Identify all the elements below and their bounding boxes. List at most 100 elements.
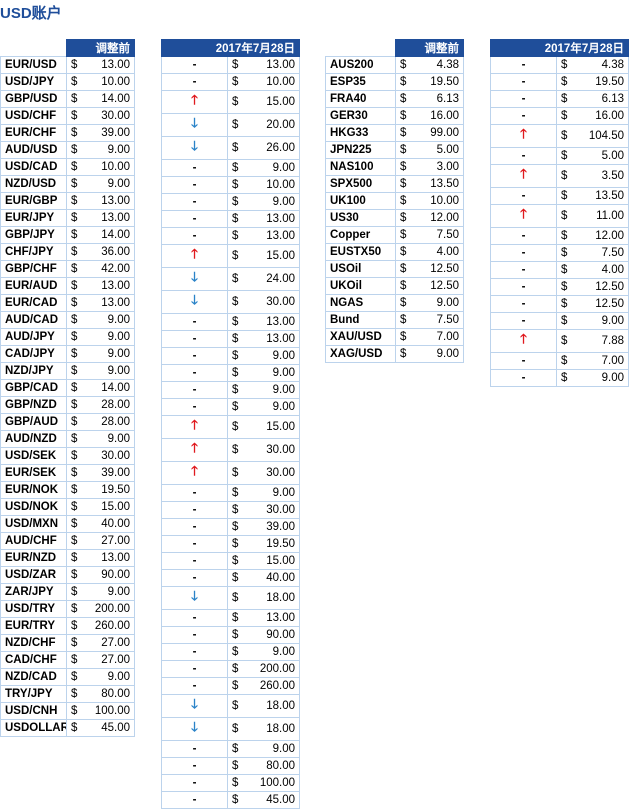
amount-before-cell: 36.00 xyxy=(80,243,135,261)
amount-before-cell: 9.00 xyxy=(80,583,135,601)
currency-sign: $ xyxy=(227,193,242,211)
change-cell: - xyxy=(490,261,557,279)
amount-before-cell: 13.00 xyxy=(80,209,135,227)
change-cell: - xyxy=(161,740,228,758)
table-row: - $9.00 xyxy=(161,484,301,502)
currency-sign: $ xyxy=(66,107,81,125)
table-row: - $39.00 xyxy=(161,518,301,536)
amount-before-cell: 28.00 xyxy=(80,396,135,414)
currency-sign: $ xyxy=(556,164,571,188)
amount-after-cell: 13.00 xyxy=(241,210,301,228)
table-row: GBP/USD $14.00 xyxy=(0,90,135,108)
currency-sign: $ xyxy=(66,583,81,601)
table-row: AUS200 $4.38 xyxy=(325,56,464,74)
amount-after-cell: 6.13 xyxy=(570,90,630,108)
currency-sign: $ xyxy=(66,311,81,329)
dash-icon: - xyxy=(192,612,197,624)
table-row: 🡓 $18.00 xyxy=(161,717,301,741)
symbol-cell: EUR/TRY xyxy=(0,617,67,635)
arrow-down-icon: 🡓 xyxy=(191,292,198,307)
amount-after-cell: 9.00 xyxy=(241,398,301,416)
table-row: USD/ZAR $90.00 xyxy=(0,566,135,584)
table-row: - $200.00 xyxy=(161,660,301,678)
symbol-cell: ZAR/JPY xyxy=(0,583,67,601)
table-row: CAD/JPY $9.00 xyxy=(0,345,135,363)
symbol-cell: EUSTX50 xyxy=(325,243,396,261)
table-row: - $7.50 xyxy=(490,244,630,262)
table-row: FRA40 $6.13 xyxy=(325,90,464,108)
symbol-cell: NZD/USD xyxy=(0,175,67,193)
table-row: - $9.00 xyxy=(161,347,301,365)
currency-sign: $ xyxy=(227,740,242,758)
currency-sign: $ xyxy=(66,702,81,720)
table-row: 🡑 $15.00 xyxy=(161,244,301,268)
currency-sign: $ xyxy=(66,600,81,618)
table-row: - $9.00 xyxy=(490,369,630,387)
currency-sign: $ xyxy=(66,328,81,346)
table-row: US30 $12.00 xyxy=(325,209,464,227)
amount-after-cell: 13.00 xyxy=(241,56,301,74)
currency-sign: $ xyxy=(556,278,571,296)
table-row: - $13.50 xyxy=(490,187,630,205)
symbol-cell: NAS100 xyxy=(325,158,396,176)
change-cell: 🡓 xyxy=(161,290,228,314)
symbol-cell: GBP/JPY xyxy=(0,226,67,244)
fx-before-table: 调整前 EUR/USD $13.00 USD/JPY $10.00 GBP/USD $14… xyxy=(0,39,135,737)
table-row: USD/CNH $100.00 xyxy=(0,702,135,720)
currency-sign: $ xyxy=(395,90,410,108)
currency-sign: $ xyxy=(66,243,81,261)
change-cell: - xyxy=(161,210,228,228)
currency-sign: $ xyxy=(556,56,571,74)
table-row: GBP/CAD $14.00 xyxy=(0,379,135,397)
amount-before-cell: 9.00 xyxy=(80,345,135,363)
currency-sign: $ xyxy=(395,209,410,227)
symbol-cell: ESP35 xyxy=(325,73,396,91)
currency-sign: $ xyxy=(66,209,81,227)
change-cell: 🡓 xyxy=(161,113,228,137)
table-row: - $12.50 xyxy=(490,295,630,313)
currency-sign: $ xyxy=(556,295,571,313)
currency-sign: $ xyxy=(395,226,410,244)
amount-before-cell: 9.00 xyxy=(80,362,135,380)
amount-after-cell: 15.00 xyxy=(241,415,301,439)
table-row: - $13.00 xyxy=(161,330,301,348)
table-row: 🡓 $18.00 xyxy=(161,694,301,718)
currency-sign: $ xyxy=(556,227,571,245)
change-cell: - xyxy=(161,159,228,177)
amount-before-cell: 9.00 xyxy=(80,668,135,686)
amount-before-cell: 19.50 xyxy=(409,73,464,91)
amount-before-cell: 13.00 xyxy=(80,56,135,74)
table-row: 🡑 $3.50 xyxy=(490,164,630,188)
symbol-cell: GER30 xyxy=(325,107,396,125)
dash-icon: - xyxy=(192,230,197,242)
table-row: 🡓 $24.00 xyxy=(161,267,301,291)
amount-before-cell: 6.13 xyxy=(409,90,464,108)
change-cell: 🡑 xyxy=(490,164,557,188)
currency-sign: $ xyxy=(395,260,410,278)
symbol-cell: Bund xyxy=(325,311,396,329)
table-row: EUR/TRY $260.00 xyxy=(0,617,135,635)
dash-icon: - xyxy=(192,367,197,379)
currency-sign: $ xyxy=(395,107,410,125)
change-cell: 🡑 xyxy=(161,415,228,439)
table-row: - $9.00 xyxy=(161,643,301,661)
table-row: - $13.00 xyxy=(161,227,301,245)
currency-sign: $ xyxy=(556,369,571,387)
amount-before-cell: 27.00 xyxy=(80,634,135,652)
symbol-cell: UKOil xyxy=(325,277,396,295)
cfd-before-header: 调整前 xyxy=(395,39,464,57)
currency-sign: $ xyxy=(227,461,242,485)
currency-sign: $ xyxy=(227,330,242,348)
table-row: - $9.00 xyxy=(161,364,301,382)
amount-before-cell: 80.00 xyxy=(80,685,135,703)
amount-before-cell: 4.00 xyxy=(409,243,464,261)
table-row: EUR/AUD $13.00 xyxy=(0,277,135,295)
amount-before-cell: 40.00 xyxy=(80,515,135,533)
change-cell: - xyxy=(161,330,228,348)
currency-sign: $ xyxy=(227,415,242,439)
symbol-cell: FRA40 xyxy=(325,90,396,108)
symbol-cell: USD/MXN xyxy=(0,515,67,533)
amount-before-cell: 39.00 xyxy=(80,124,135,142)
change-cell: - xyxy=(161,791,228,809)
amount-after-cell: 10.00 xyxy=(241,176,301,194)
